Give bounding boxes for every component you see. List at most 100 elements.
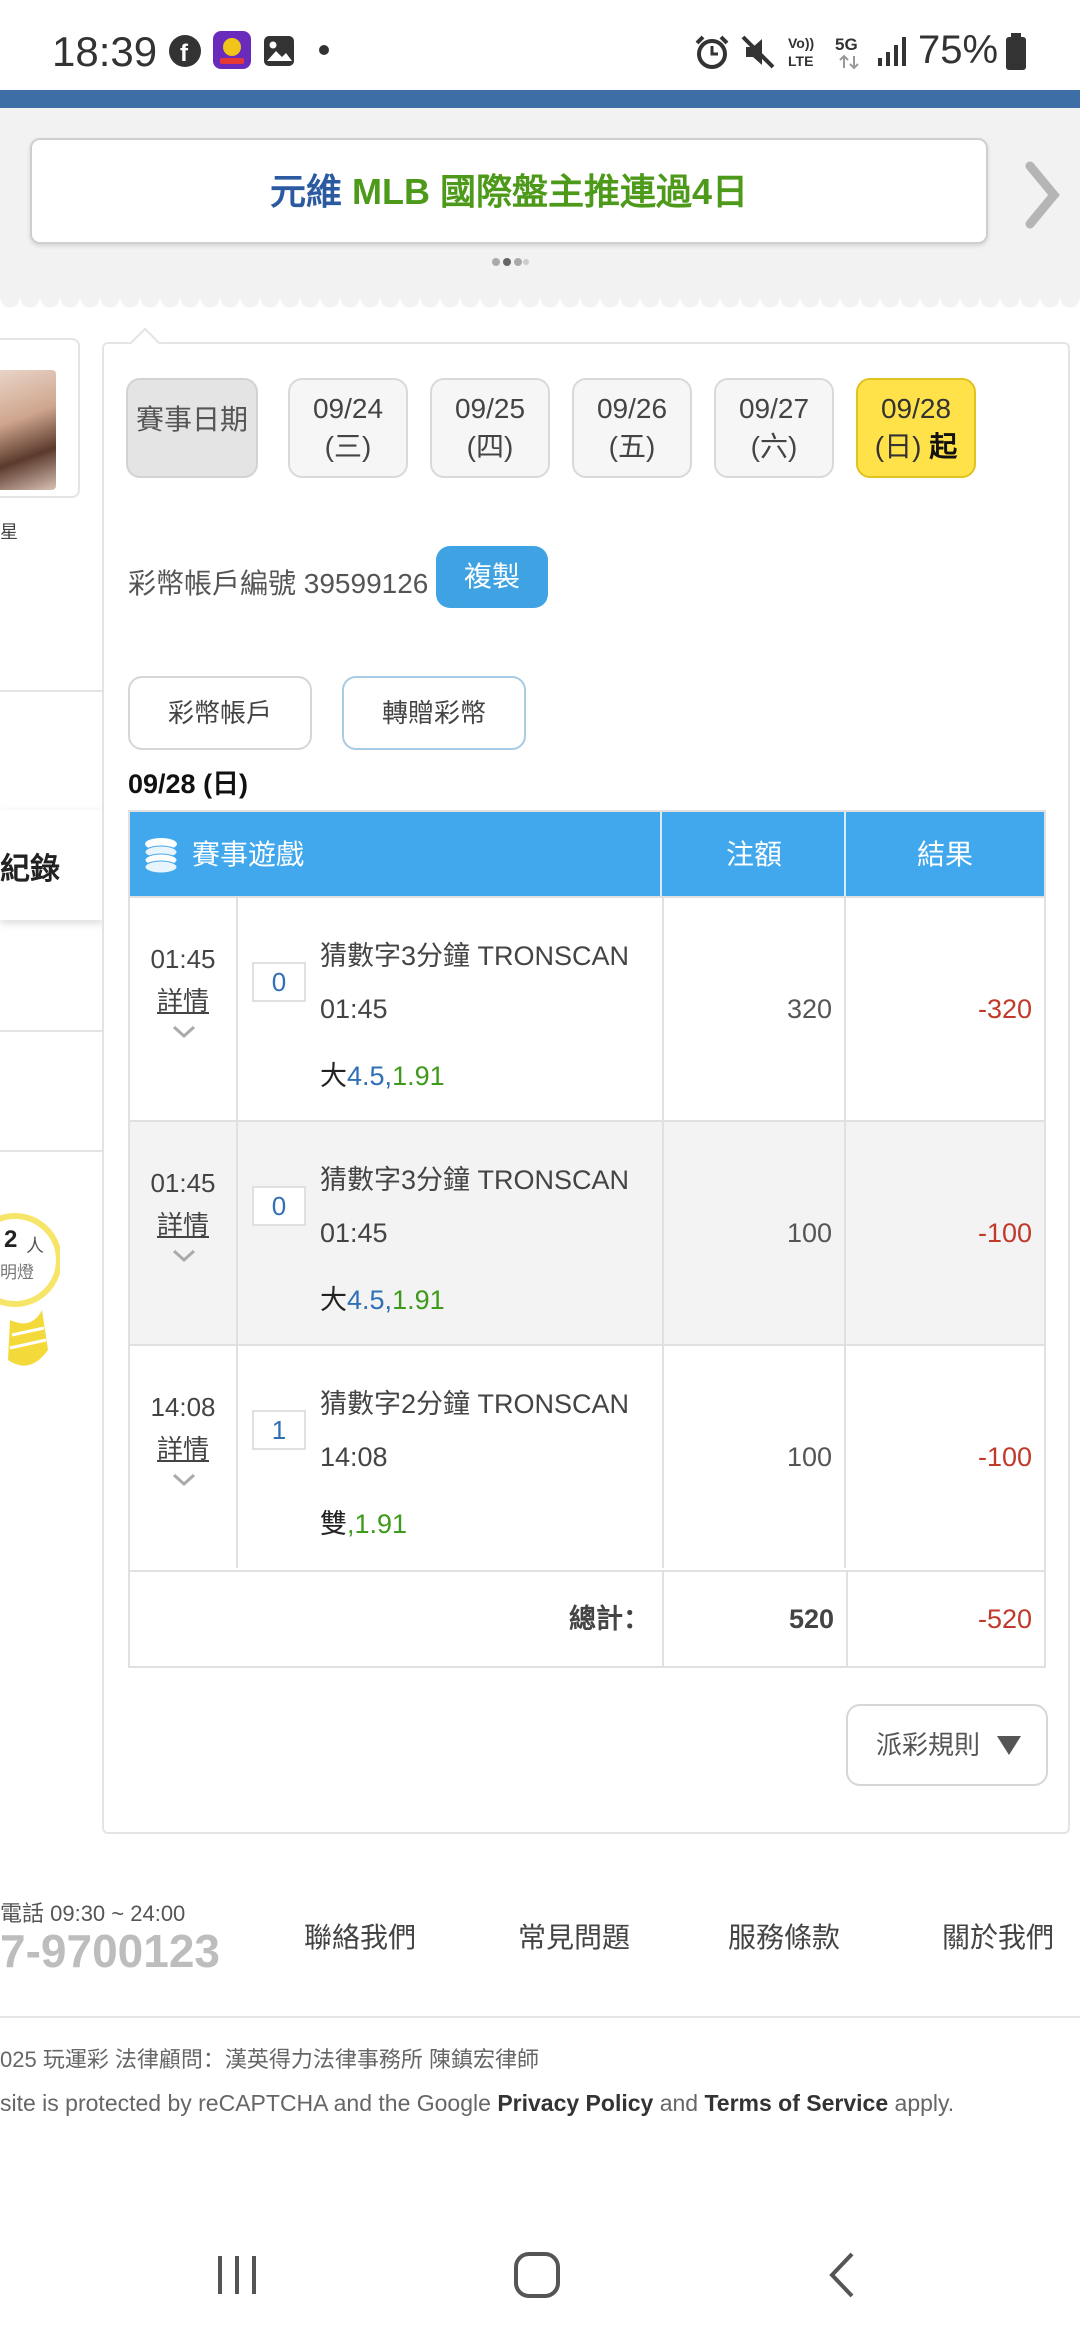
footer-link-faq[interactable]: 常見問題 xyxy=(518,1916,630,1956)
game-name: 猜數字3分鐘 TRONSCAN xyxy=(320,941,630,971)
profile-label: 星 xyxy=(0,522,18,542)
alarm-icon xyxy=(695,35,729,69)
pick-label: 大 xyxy=(320,1285,347,1315)
wallet-button[interactable]: 彩幣帳戶 xyxy=(128,676,312,750)
app-icon xyxy=(213,31,251,69)
detail-link[interactable]: 詳情 xyxy=(130,1429,236,1466)
draw-number: 0 xyxy=(252,1186,306,1226)
recaptcha-and: and xyxy=(653,2090,705,2116)
recent-apps-icon[interactable] xyxy=(214,2250,260,2300)
divider xyxy=(0,1150,104,1152)
date-tab-suffix: 起 xyxy=(929,431,958,462)
selected-date-heading: 09/28 (日) xyxy=(128,769,249,799)
bulb-label: 明燈 xyxy=(0,1263,34,1282)
time-cell: 01:45 詳情 xyxy=(130,1122,238,1344)
profile-card[interactable] xyxy=(0,338,80,498)
gallery-icon xyxy=(264,36,294,66)
date-tab-date: 09/24 xyxy=(312,393,384,424)
facebook-icon: f xyxy=(169,35,201,67)
column-header-stake: 注額 xyxy=(725,839,782,870)
bet-pick: 大4.5,1.91 xyxy=(320,1278,445,1317)
date-tab-date: 09/25 xyxy=(454,393,526,424)
pick-label: 雙 xyxy=(320,1509,347,1539)
triangle-down-icon xyxy=(997,1736,1021,1755)
total-label: 總計： xyxy=(569,1604,650,1634)
service-phone[interactable]: 7-9700123 xyxy=(0,1924,220,1978)
date-tab-0925[interactable]: 09/25 (四) xyxy=(430,378,550,478)
divider xyxy=(0,690,104,692)
banner-brand: 元維 xyxy=(269,171,352,212)
result-cell: -100 xyxy=(977,1218,1032,1248)
bet-time: 01:45 xyxy=(150,944,216,974)
total-row: 總計： 520 -520 xyxy=(130,1570,1044,1666)
copy-button[interactable]: 複製 xyxy=(436,546,548,608)
promo-banner[interactable]: 元維 MLB 國際盤主推連過4日 xyxy=(30,138,988,244)
stake-cell: 100 xyxy=(662,1122,846,1344)
record-tab[interactable]: 紀錄 xyxy=(0,810,104,920)
recaptcha-notice: site is protected by reCAPTCHA and the G… xyxy=(0,2090,954,2117)
carousel-dots xyxy=(492,258,529,266)
promo-banner-area: 元維 MLB 國際盤主推連過4日 xyxy=(0,108,1080,298)
bet-time: 14:08 xyxy=(150,1392,216,1422)
detail-link[interactable]: 詳情 xyxy=(130,1205,236,1242)
chevron-down-icon[interactable] xyxy=(130,1246,238,1266)
bet-time: 01:45 xyxy=(150,1168,216,1198)
footer-link-terms[interactable]: 服務條款 xyxy=(728,1916,840,1956)
svg-text:f: f xyxy=(180,40,189,67)
game-time: 01:45 xyxy=(320,1218,388,1248)
home-icon[interactable] xyxy=(512,2250,562,2300)
date-tab-weekday: (三) xyxy=(324,431,372,462)
footer-link-about[interactable]: 關於我們 xyxy=(942,1916,1054,1956)
result-cell: -320 xyxy=(977,994,1032,1024)
volte-icon: Vo)) LTE xyxy=(788,35,814,69)
chevron-down-icon[interactable] xyxy=(130,1022,238,1042)
date-tab-0926[interactable]: 09/26 (五) xyxy=(572,378,692,478)
game-name: 猜數字3分鐘 TRONSCAN xyxy=(320,1165,630,1195)
result-cell: -100 xyxy=(977,1442,1032,1472)
time-cell: 14:08 詳情 xyxy=(130,1346,238,1568)
pick-line: 4.5 xyxy=(347,1285,385,1315)
left-sidebar: 星 紀錄 2 人 明燈 xyxy=(0,330,104,1830)
date-tab-weekday: (六) xyxy=(750,431,798,462)
status-bar: 18:39 f Vo)) LTE 5G 75% xyxy=(0,0,1080,90)
pick-label: 大 xyxy=(320,1061,347,1091)
date-tab-0927[interactable]: 09/27 (六) xyxy=(714,378,834,478)
battery-percent: 75% xyxy=(918,28,999,72)
table-row: 01:45 詳情 0 猜數字3分鐘 TRONSCAN 01:45 大4.5,1.… xyxy=(130,1120,1044,1344)
total-result: -520 xyxy=(846,1572,1044,1666)
pick-separator: , xyxy=(384,1061,393,1091)
game-time: 01:45 xyxy=(320,994,388,1024)
footer-link-contact[interactable]: 聯絡我們 xyxy=(304,1916,416,1956)
mute-icon xyxy=(741,35,775,69)
pick-line: 4.5 xyxy=(347,1061,385,1091)
column-header-result: 結果 xyxy=(916,839,973,870)
bet-pick: 雙,1.91 xyxy=(320,1502,407,1541)
banner-edge xyxy=(0,298,1080,312)
avatar xyxy=(0,370,56,490)
account-number: 彩幣帳戶編號 39599126 xyxy=(128,568,429,599)
5g-icon: 5G xyxy=(835,35,859,70)
copyright-text: 025 玩運彩 法律顧問：漢英得力法律事務所 陳鎮宏律師 xyxy=(0,2047,540,2072)
terms-of-service-link[interactable]: Terms of Service xyxy=(704,2090,888,2116)
svg-text:LTE: LTE xyxy=(788,53,813,69)
transfer-button[interactable]: 轉贈彩幣 xyxy=(342,676,526,750)
privacy-policy-link[interactable]: Privacy Policy xyxy=(497,2090,653,2116)
svg-text:Vo)): Vo)) xyxy=(788,35,814,51)
payout-rules-button[interactable]: 派彩規則 xyxy=(846,1704,1048,1786)
bets-table: 賽事遊戲 注額 結果 01:45 詳情 0 猜數字3分鐘 TRONSCAN 01… xyxy=(128,810,1046,1668)
bet-record-panel: 賽事日期 09/24 (三) 09/25 (四) 09/26 (五) 09/27… xyxy=(102,327,1070,1834)
date-tab-date: 09/26 xyxy=(596,393,668,424)
date-tab-0928[interactable]: 09/28 (日) 起 xyxy=(856,378,976,478)
detail-link[interactable]: 詳情 xyxy=(130,981,236,1018)
chevron-down-icon[interactable] xyxy=(130,1470,238,1490)
game-name: 猜數字2分鐘 TRONSCAN xyxy=(320,1389,630,1419)
header-band xyxy=(0,90,1080,108)
chevron-right-icon[interactable] xyxy=(1022,160,1062,230)
back-icon[interactable] xyxy=(822,2250,862,2300)
date-tab-0924[interactable]: 09/24 (三) xyxy=(288,378,408,478)
total-stake: 520 xyxy=(662,1572,846,1666)
system-nav-bar xyxy=(0,2220,1080,2340)
table-header: 賽事遊戲 注額 結果 xyxy=(130,812,1044,898)
divider xyxy=(0,2016,1080,2018)
date-tab-weekday: (日) xyxy=(874,431,922,462)
